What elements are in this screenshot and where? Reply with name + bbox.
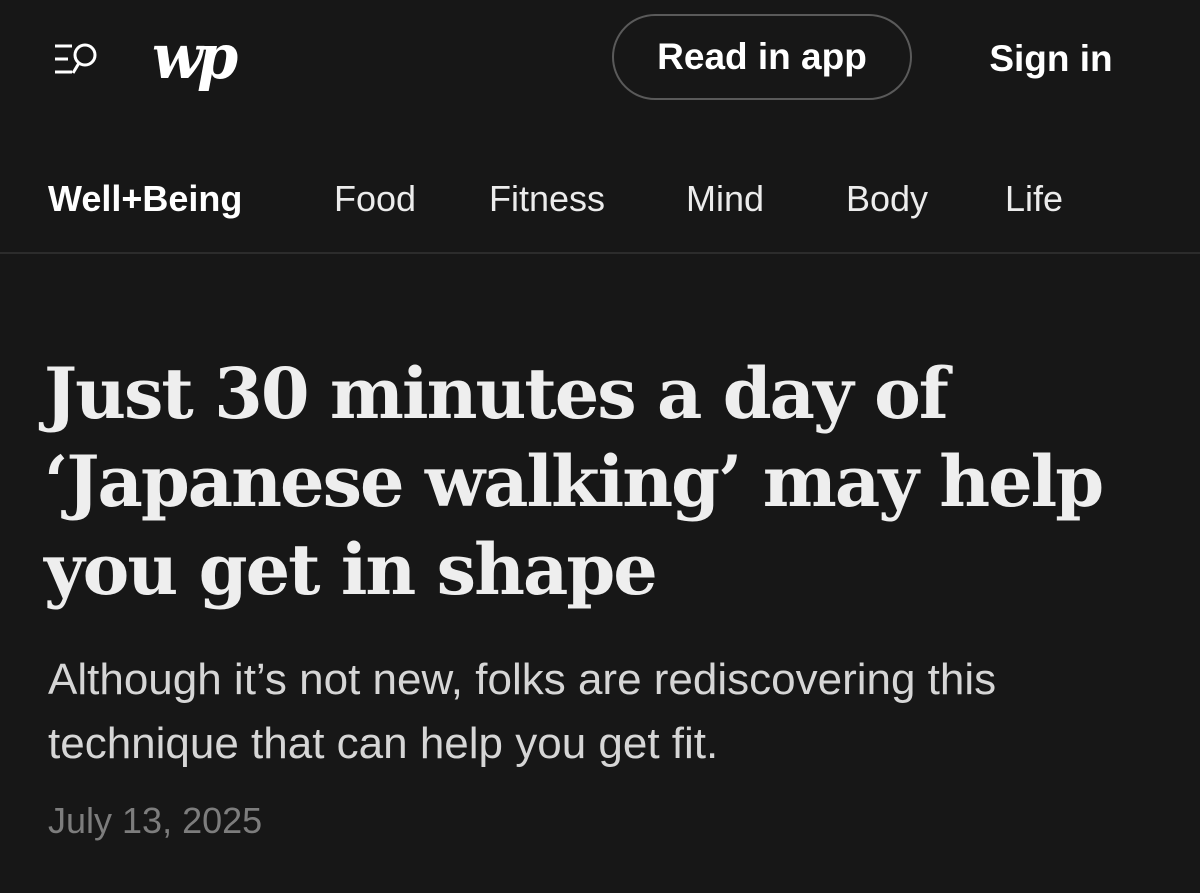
menu-search-icon[interactable] [52,40,102,78]
nav-item-mind[interactable]: Mind [686,178,764,220]
nav-item-life[interactable]: Life [1005,178,1063,220]
nav-item-body[interactable]: Body [846,178,928,220]
sign-in-button[interactable]: Sign in [960,22,1142,96]
nav-item-well-being[interactable]: Well+Being [48,178,242,220]
logo-text: wp [152,20,238,93]
top-bar: wp Read in app Sign in [0,0,1200,120]
washington-post-logo[interactable]: wp [152,22,244,96]
read-in-app-button[interactable]: Read in app [612,14,912,100]
nav-item-food[interactable]: Food [334,178,416,220]
article-subheadline: Although it’s not new, folks are redisco… [48,655,997,768]
article-headline: Just 30 minutes a day of ‘Japanese walki… [44,352,1104,611]
section-nav: Well+Being Food Fitness Mind Body Life [0,150,1200,254]
nav-item-fitness[interactable]: Fitness [489,178,605,220]
article-date: July 13, 2025 [48,800,263,841]
